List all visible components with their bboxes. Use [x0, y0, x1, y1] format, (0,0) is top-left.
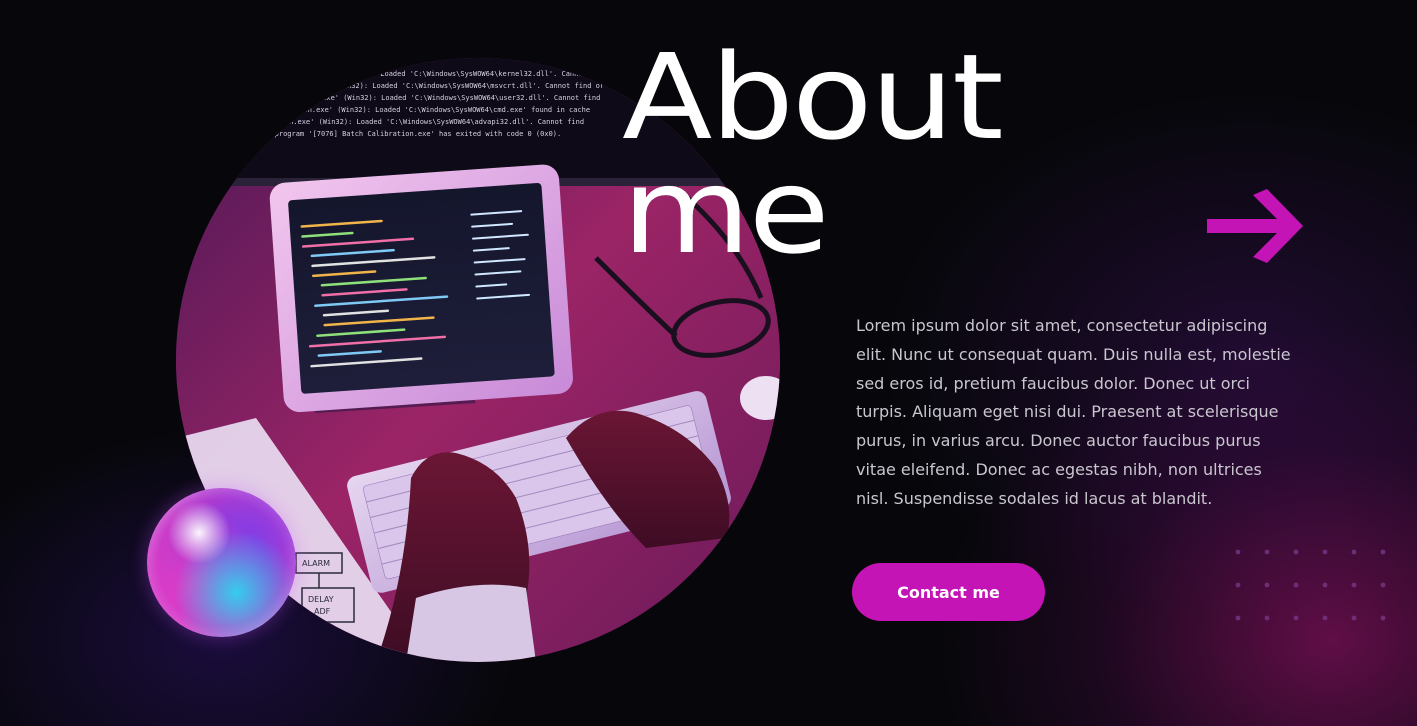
contact-me-button[interactable]: Contact me: [852, 563, 1045, 621]
screen-line-5: ration.exe' (Win32): Loaded 'C:\Windows\…: [268, 118, 584, 126]
note-text-2: DELAY: [308, 595, 334, 604]
screen-line-6: ne program '[7076] Batch Calibration.exe…: [262, 130, 561, 138]
title-line-2: me: [622, 142, 830, 280]
title-line-1: About: [622, 28, 1004, 166]
note-text-3: ADF: [314, 607, 331, 616]
about-section: ation.exe' (Win32): Loaded 'C:\Windows\S…: [0, 0, 1417, 726]
note-text-1: ALARM: [302, 559, 330, 568]
screen-line-3: libration.exe' (Win32): Loaded 'C:\Windo…: [280, 94, 600, 102]
glass-bubble-icon: [147, 488, 296, 637]
screen-line-2: ation.exe' (Win32): Loaded 'C:\Windows\S…: [288, 82, 604, 90]
arrow-right-icon[interactable]: [1203, 189, 1307, 263]
screen-line-4: libration.exe' (Win32): Loaded 'C:\Windo…: [274, 106, 590, 114]
dot-grid-decoration: [1235, 549, 1386, 621]
screen-line-1: ation.exe' (Win32): Loaded 'C:\Windows\S…: [296, 70, 621, 78]
about-description: Lorem ipsum dolor sit amet, consectetur …: [856, 316, 1291, 508]
page-title: About me: [622, 28, 1004, 280]
